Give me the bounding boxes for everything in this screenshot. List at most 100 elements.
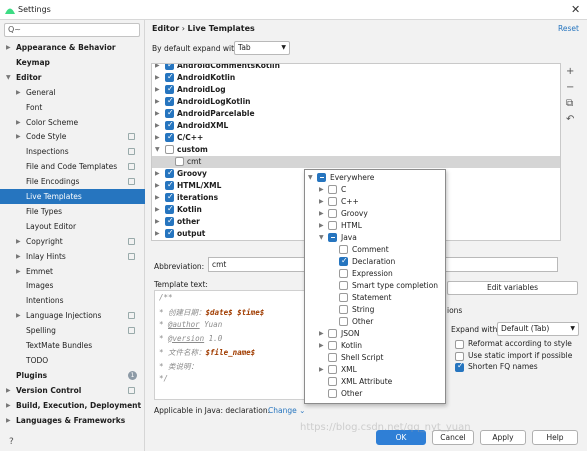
context-popup[interactable]: ▼ Everywhere ▶ C ▶ C++ ▶ Groovy ▶ HTML ▼ Java Commen…	[304, 169, 446, 404]
expand-select[interactable]: Tab ▼	[234, 41, 290, 55]
change-context-link[interactable]: Change ⌄	[268, 406, 305, 415]
sidebar-item-font[interactable]: Font	[0, 100, 145, 115]
chevron-right-icon[interactable]: ▶	[16, 234, 21, 249]
template-checkbox[interactable]	[175, 157, 184, 166]
sidebar-item-images[interactable]: Images	[0, 278, 145, 293]
sidebar-item-live-templates[interactable]: Live Templates	[0, 189, 145, 204]
template-checkbox[interactable]	[165, 71, 174, 83]
chevron-right-icon[interactable]: ▶	[319, 364, 324, 376]
chevron-right-icon[interactable]: ▶	[155, 120, 160, 132]
context-checkbox[interactable]	[328, 329, 337, 338]
edit-variables-button[interactable]: Edit variables	[447, 281, 578, 295]
context-checkbox[interactable]	[328, 365, 337, 374]
context-checkbox[interactable]	[328, 185, 337, 194]
chevron-right-icon[interactable]: ▶	[6, 398, 11, 413]
template-group-androidlogkotlin[interactable]: ▶ AndroidLogKotlin	[152, 95, 560, 108]
chevron-right-icon[interactable]: ▶	[155, 192, 160, 204]
context-checkbox[interactable]	[339, 293, 348, 302]
chevron-right-icon[interactable]: ▶	[6, 413, 11, 428]
chevron-right-icon[interactable]: ▶	[6, 40, 11, 55]
template-group-androidlog[interactable]: ▶ AndroidLog	[152, 83, 560, 96]
context-checkbox[interactable]	[339, 269, 348, 278]
template-checkbox[interactable]	[165, 179, 174, 191]
chevron-right-icon[interactable]: ▶	[16, 264, 21, 279]
chevron-right-icon[interactable]: ▶	[16, 85, 21, 100]
context-checkbox[interactable]	[339, 281, 348, 290]
sidebar-item-build-execution-deployment[interactable]: ▶ Build, Execution, Deployment	[0, 398, 145, 413]
chevron-right-icon[interactable]: ▶	[16, 308, 21, 323]
help-icon[interactable]: ?	[9, 437, 14, 447]
sidebar-item-general[interactable]: ▶ General	[0, 85, 145, 100]
chevron-right-icon[interactable]: ▶	[319, 220, 324, 232]
chevron-right-icon[interactable]: ▶	[155, 96, 160, 108]
sidebar-item-layout-editor[interactable]: Layout Editor	[0, 219, 145, 234]
chevron-down-icon[interactable]: ▼	[319, 232, 324, 244]
template-group-androidcommentskotlin[interactable]: ▶ AndroidCommentsKotlin	[152, 64, 560, 72]
sidebar-item-inlay-hints[interactable]: ▶ Inlay Hints	[0, 249, 145, 264]
context-checkbox[interactable]	[328, 197, 337, 206]
template-group-androidparcelable[interactable]: ▶ AndroidParcelable	[152, 107, 560, 120]
chevron-right-icon[interactable]: ▶	[319, 184, 324, 196]
reset-link[interactable]: Reset	[558, 24, 579, 33]
chevron-right-icon[interactable]: ▶	[6, 383, 11, 398]
sidebar-item-intentions[interactable]: Intentions	[0, 293, 145, 308]
sidebar-item-file-types[interactable]: File Types	[0, 204, 145, 219]
chevron-right-icon[interactable]: ▶	[155, 168, 160, 180]
sidebar-item-languages-frameworks[interactable]: ▶ Languages & Frameworks	[0, 413, 145, 428]
context-checkbox[interactable]	[339, 305, 348, 314]
template-checkbox[interactable]	[165, 167, 174, 179]
template-checkbox[interactable]	[165, 95, 174, 107]
chevron-right-icon[interactable]: ▶	[319, 196, 324, 208]
context-checkbox[interactable]	[317, 173, 326, 182]
sidebar-item-language-injections[interactable]: ▶ Language Injections	[0, 308, 145, 323]
template-checkbox[interactable]	[165, 64, 174, 71]
chevron-down-icon[interactable]: ▼	[155, 144, 160, 156]
template-group-androidkotlin[interactable]: ▶ AndroidKotlin	[152, 71, 560, 84]
context-checkbox[interactable]	[339, 245, 348, 254]
context-checkbox[interactable]	[328, 233, 337, 242]
sidebar-item-copyright[interactable]: ▶ Copyright	[0, 234, 145, 249]
sidebar-item-spelling[interactable]: Spelling	[0, 323, 145, 338]
sidebar-item-version-control[interactable]: ▶ Version Control	[0, 383, 145, 398]
chevron-right-icon[interactable]: ▶	[155, 72, 160, 84]
template-checkbox[interactable]	[165, 119, 174, 131]
template-checkbox[interactable]	[165, 203, 174, 215]
settings-search-input[interactable]: Q~	[4, 23, 140, 37]
copy-icon[interactable]: ⧉	[566, 98, 573, 109]
template-checkbox[interactable]	[165, 131, 174, 143]
context-checkbox[interactable]	[339, 255, 348, 267]
chevron-right-icon[interactable]: ▶	[319, 328, 324, 340]
template-group-cmt[interactable]: cmt	[152, 156, 560, 168]
chevron-right-icon[interactable]: ▶	[155, 180, 160, 192]
help-button[interactable]: Help	[532, 430, 578, 445]
chevron-right-icon[interactable]: ▶	[155, 132, 160, 144]
context-checkbox[interactable]	[328, 389, 337, 398]
sidebar-item-inspections[interactable]: Inspections	[0, 144, 145, 159]
context-checkbox[interactable]	[328, 353, 337, 362]
chevron-right-icon[interactable]: ▶	[155, 64, 160, 72]
option-checkbox[interactable]	[455, 361, 464, 373]
template-checkbox[interactable]	[165, 83, 174, 95]
template-group-androidxml[interactable]: ▶ AndroidXML	[152, 119, 560, 132]
sidebar-item-editor[interactable]: ▼ Editor	[0, 70, 145, 85]
chevron-down-icon[interactable]: ▼	[6, 70, 11, 85]
sidebar-item-code-style[interactable]: ▶ Code Style	[0, 129, 145, 144]
context-checkbox[interactable]	[328, 209, 337, 218]
chevron-right-icon[interactable]: ▶	[155, 204, 160, 216]
option-checkbox[interactable]	[455, 340, 464, 349]
chevron-right-icon[interactable]: ▶	[155, 228, 160, 240]
chevron-down-icon[interactable]: ▼	[308, 172, 313, 184]
template-checkbox[interactable]	[165, 215, 174, 227]
chevron-right-icon[interactable]: ▶	[155, 216, 160, 228]
context-checkbox[interactable]	[328, 377, 337, 386]
chevron-right-icon[interactable]: ▶	[16, 115, 21, 130]
close-icon[interactable]: ✕	[571, 3, 580, 16]
chevron-right-icon[interactable]: ▶	[155, 108, 160, 120]
remove-icon[interactable]: −	[566, 82, 574, 93]
option-checkbox[interactable]	[455, 351, 464, 361]
add-icon[interactable]: +	[566, 66, 574, 77]
template-checkbox[interactable]	[165, 107, 174, 119]
chevron-right-icon[interactable]: ▶	[319, 340, 324, 352]
sidebar-item-todo[interactable]: TODO	[0, 353, 145, 368]
template-group-c-c[interactable]: ▶ C/C++	[152, 131, 560, 144]
